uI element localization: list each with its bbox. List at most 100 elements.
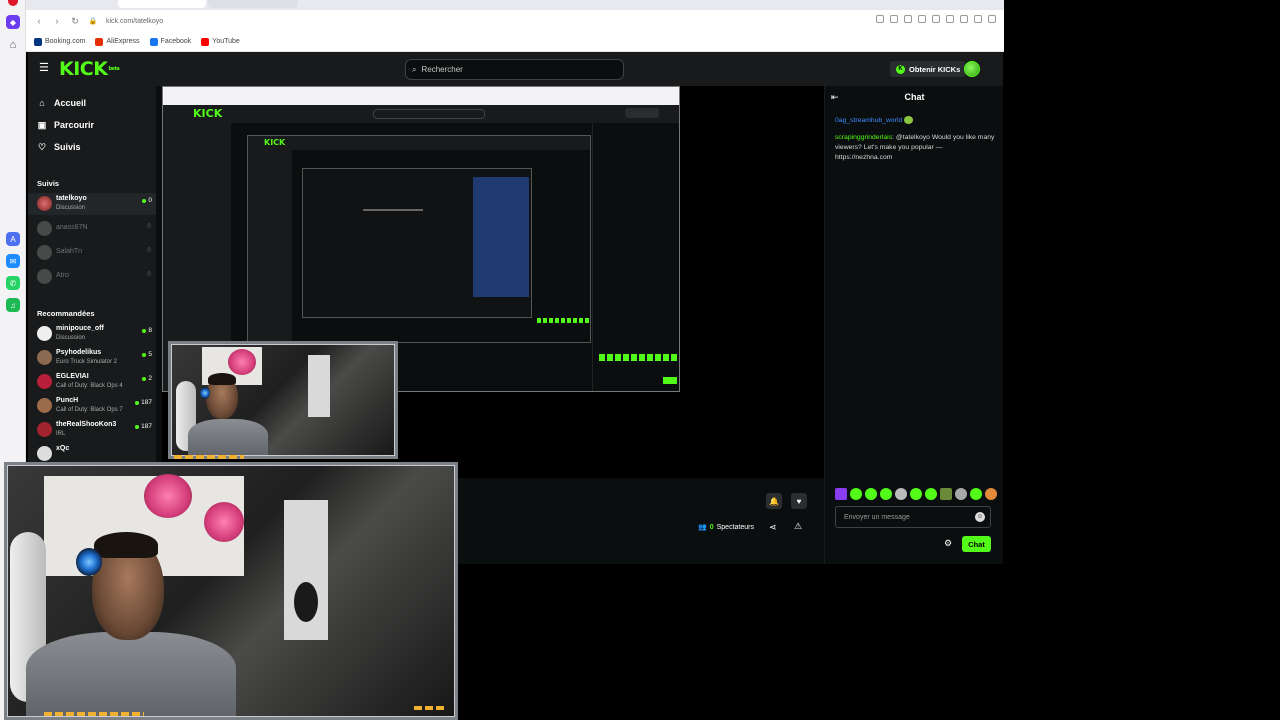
send-chat-button[interactable]: Chat	[962, 536, 991, 552]
back-icon[interactable]: ‹	[34, 16, 44, 26]
avatar	[37, 374, 52, 389]
chat-username[interactable]: scrapinggrinderlais	[835, 134, 892, 141]
settings-gear-icon[interactable]: ⚙	[944, 538, 952, 549]
nav-label: Parcourir	[54, 120, 95, 130]
emote-icon[interactable]	[850, 488, 862, 500]
youtube-icon	[201, 37, 210, 46]
snapshot-icon[interactable]	[960, 15, 968, 23]
search-icon: ⌕	[412, 64, 417, 74]
home-icon[interactable]: ⌂	[6, 38, 20, 52]
emote-icon[interactable]	[910, 488, 922, 500]
get-kicks-label: Obtenir KICKs	[909, 64, 961, 74]
chat-input[interactable]	[844, 513, 969, 521]
user-avatar[interactable]	[964, 61, 980, 77]
nav-home[interactable]: ⌂ Accueil	[37, 96, 86, 110]
live-dot-icon	[142, 328, 147, 333]
echo-chat-btn	[663, 377, 677, 384]
emote-icon[interactable]	[835, 488, 847, 500]
emote-icon[interactable]	[970, 488, 982, 500]
notification-bell-icon[interactable]: 🔔	[766, 493, 782, 509]
live-dot-icon	[135, 424, 140, 429]
url-text[interactable]: kick.com/tatelkoyo	[106, 18, 163, 25]
search-box[interactable]: ⌕	[405, 59, 624, 80]
webcam-overlay-echo	[168, 341, 398, 459]
search-input[interactable]	[421, 65, 602, 74]
channel-name: EGLEVIAI	[56, 373, 89, 380]
bookmark-icon[interactable]	[904, 15, 912, 23]
recommended-channel[interactable]: minipouce_off Discussion 8	[28, 323, 156, 345]
logo-text: KICK	[59, 58, 108, 80]
emote-icon[interactable]	[865, 488, 877, 500]
chat-username[interactable]: 0ag_streamhub_world	[835, 117, 902, 124]
get-kicks-button[interactable]: K Obtenir KICKs	[890, 61, 967, 77]
emoji-icon[interactable]: ☺	[975, 512, 985, 522]
emote-icon[interactable]	[880, 488, 892, 500]
following-channel[interactable]: Atro ⦸	[28, 266, 156, 288]
echo-header	[248, 136, 590, 150]
messenger-icon[interactable]: ✉	[6, 254, 20, 268]
channel-category: Discussion	[56, 335, 86, 341]
following-channel[interactable]: tatelkoyo Discussion 0	[28, 193, 156, 215]
emote-icon[interactable]	[955, 488, 967, 500]
nav-browse[interactable]: ▣ Parcourir	[37, 118, 94, 132]
echo-logo: KICK	[264, 138, 286, 147]
forward-icon[interactable]: ›	[52, 16, 62, 26]
browse-icon: ▣	[37, 119, 47, 130]
bookmark-item[interactable]: AliExpress	[95, 37, 140, 46]
bookmark-label: YouTube	[212, 38, 240, 45]
extensions-icon[interactable]	[932, 15, 940, 23]
viewer-number: 8	[148, 327, 152, 334]
viewer-number: 0	[709, 523, 714, 531]
echo-kicks	[625, 108, 659, 118]
nav-following[interactable]: ♡ Suivis	[37, 140, 81, 154]
app-store-icon[interactable]: A	[6, 232, 20, 246]
recommended-channel[interactable]: Psyhodelikus Euro Truck Simulator 2 5	[28, 347, 156, 369]
tab-active[interactable]	[118, 0, 206, 8]
following-channel[interactable]: SalahTn ⦸	[28, 242, 156, 264]
address-bar-row: ‹ › ↻ 🔒 kick.com/tatelkoyo	[26, 10, 1004, 32]
follow-heart-icon[interactable]: ♥	[791, 493, 807, 509]
following-channel[interactable]: anass87N ⦸	[28, 218, 156, 240]
vpn-icon[interactable]	[974, 15, 982, 23]
download-icon[interactable]	[946, 15, 954, 23]
channel-category: Call of Duty: Black Ops 7	[56, 407, 123, 413]
echo-chat	[533, 150, 590, 342]
viewer-number: 5	[148, 351, 152, 358]
bookmark-item[interactable]: Booking.com	[34, 37, 85, 46]
share-icon[interactable]: ⋖	[769, 522, 777, 533]
menu-icon[interactable]	[988, 15, 996, 23]
viewer-count: 187	[135, 423, 152, 430]
kick-logo[interactable]: KICKbeta	[59, 58, 120, 80]
echo-dialog	[473, 177, 529, 297]
chat-input-box[interactable]: ☺	[835, 506, 991, 528]
aria-icon[interactable]: ◆	[6, 15, 20, 29]
channel-name: SalahTn	[56, 248, 83, 255]
recommended-channel[interactable]: EGLEVIAI Call of Duty: Black Ops 4 2	[28, 371, 156, 393]
camera-icon[interactable]	[890, 15, 898, 23]
play-icon[interactable]	[918, 15, 926, 23]
whatsapp-icon[interactable]: ✆	[6, 276, 20, 290]
top-header: ☰ KICKbeta ⌕ K Obtenir KICKs	[28, 52, 1003, 86]
echo-line	[363, 209, 423, 211]
viewer-count: 8	[142, 327, 152, 334]
spotify-icon[interactable]: ♫	[6, 298, 20, 312]
report-icon[interactable]: ⚠	[794, 521, 802, 532]
emote-icon[interactable]	[985, 488, 997, 500]
bookmark-item[interactable]: YouTube	[201, 37, 240, 46]
cast-icon[interactable]	[876, 15, 884, 23]
viewer-stat: 👥 0 Spectateurs	[698, 523, 754, 532]
reload-icon[interactable]: ↻	[70, 16, 80, 27]
recommended-channel[interactable]: theRealShooKon3 IRL 187	[28, 419, 156, 441]
tab[interactable]	[208, 0, 298, 8]
kicks-coin-icon: K	[896, 64, 905, 74]
frame-decoration	[414, 706, 444, 710]
webcam-frame	[168, 341, 398, 459]
bookmark-item[interactable]: Facebook	[149, 37, 191, 46]
offline-icon: ⦸	[147, 223, 151, 229]
emote-icon[interactable]	[940, 488, 952, 500]
emote-icon[interactable]	[895, 488, 907, 500]
menu-icon[interactable]: ☰	[39, 63, 49, 74]
emote-icon[interactable]	[925, 488, 937, 500]
recommended-channel[interactable]: PuncH Call of Duty: Black Ops 7 187	[28, 395, 156, 417]
avatar	[37, 326, 52, 341]
